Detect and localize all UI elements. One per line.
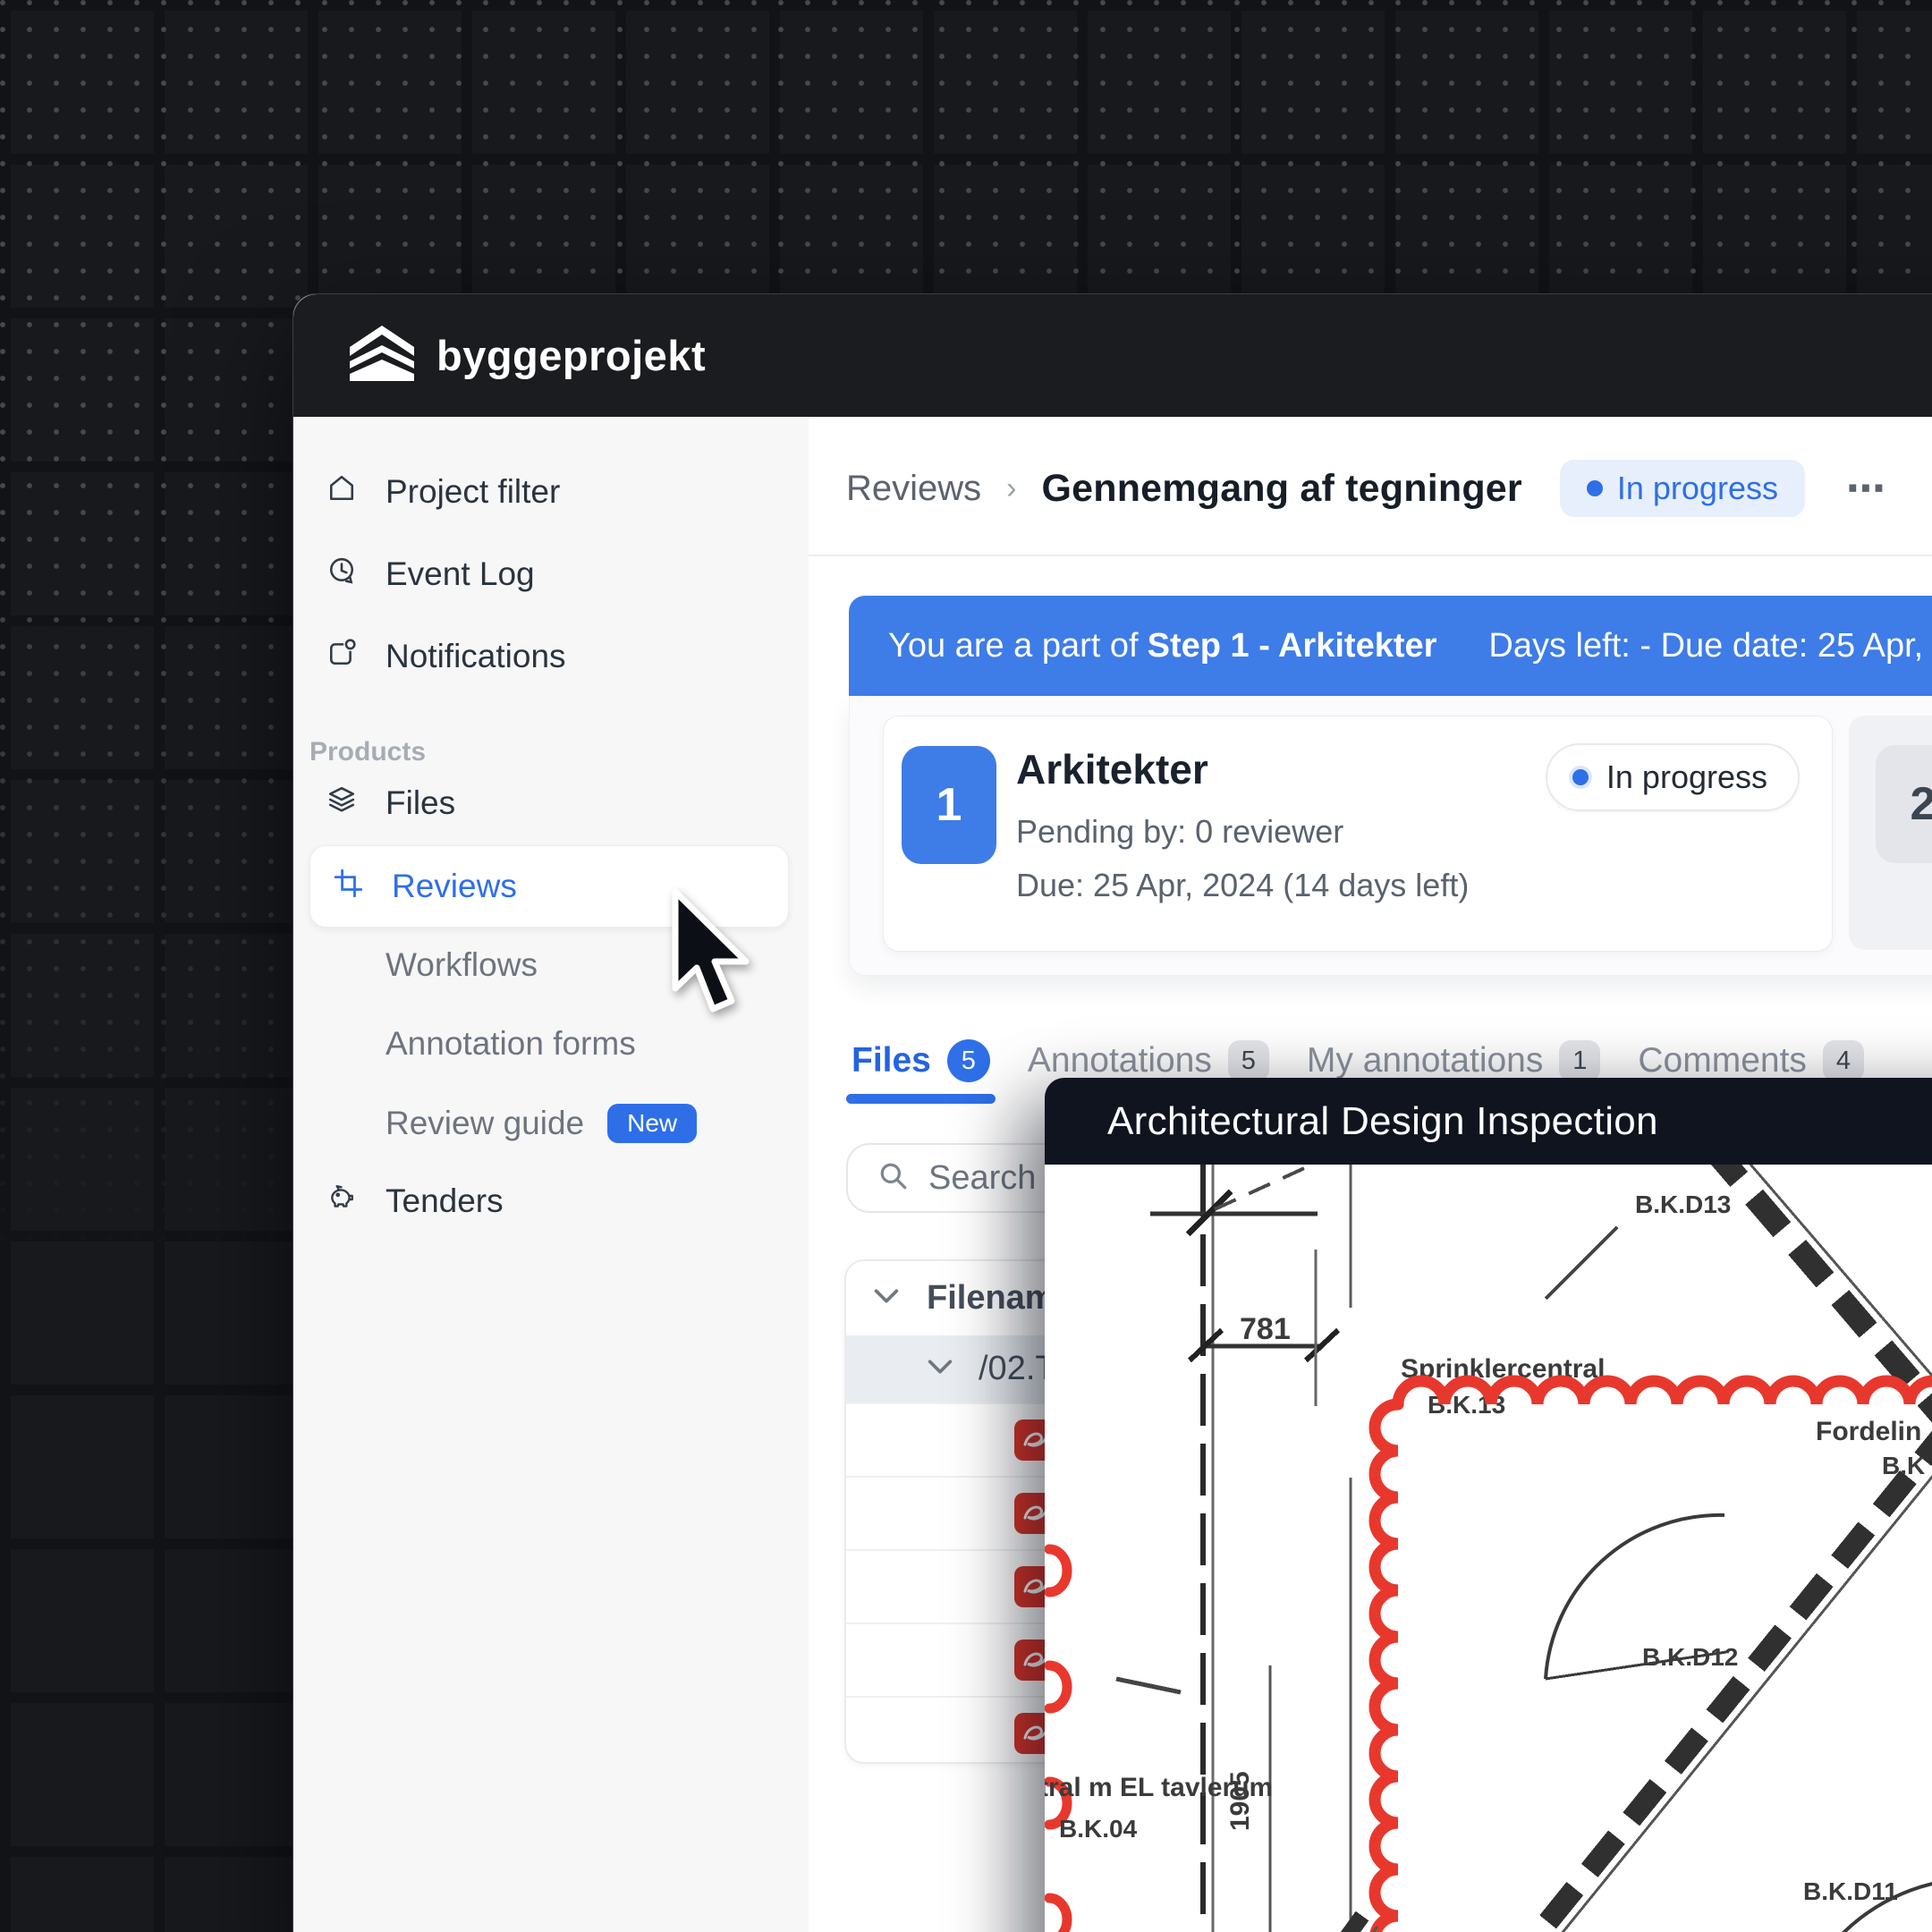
sidebar-item-notifications[interactable]: Notifications — [327, 638, 566, 675]
sidebar-section-products: Products — [309, 737, 426, 767]
sidebar-item-review-guide[interactable]: Review guide New — [386, 1104, 697, 1143]
sidebar-item-label: Project filter — [386, 473, 560, 511]
app-header: byggeprojekt — [293, 294, 1932, 417]
tab-label: Annotations — [1028, 1041, 1212, 1080]
revision-cloud-annotation — [1375, 1404, 1398, 1932]
review-steps-widget: You are a part of Step 1 - Arkitekter Da… — [849, 596, 1932, 976]
home-icon — [327, 473, 356, 511]
status-label: In progress — [1617, 470, 1778, 507]
step-card-2[interactable]: 2 — [1849, 716, 1932, 950]
inspection-overlay: Architectural Design Inspection 781 Spri… — [1045, 1078, 1932, 1932]
chevron-down-icon[interactable] — [925, 1352, 955, 1386]
screenshot-root: byggeprojekt Project filter Event Log — [0, 0, 1932, 1932]
more-menu-button[interactable]: ⋯ — [1846, 466, 1888, 512]
revision-cloud-annotation — [1049, 1549, 1067, 1932]
sidebar-item-label: Tenders — [386, 1182, 504, 1220]
step-due-text: Due: 25 Apr, 2024 (14 days left) — [1016, 867, 1469, 904]
tab-label: My annotations — [1307, 1041, 1544, 1080]
sidebar-item-tenders[interactable]: Tenders — [327, 1182, 504, 1220]
search-icon — [878, 1161, 909, 1196]
drawing-room-id: B.K — [1882, 1452, 1925, 1479]
breadcrumb: Reviews › Gennemgang af tegninger In pro… — [846, 458, 1888, 519]
drawing-room-label: tral m EL tavlerum — [1045, 1773, 1273, 1802]
sidebar-item-label: Reviews — [392, 868, 517, 905]
sidebar-item-label: Notifications — [386, 638, 566, 675]
inspection-title: Architectural Design Inspection — [1107, 1099, 1658, 1144]
tab-count-badge: 5 — [1228, 1040, 1269, 1081]
layers-icon — [327, 784, 356, 822]
notifications-icon — [327, 638, 356, 675]
inspection-overlay-header: Architectural Design Inspection — [1045, 1078, 1932, 1165]
tab-files[interactable]: Files 5 — [846, 1018, 996, 1104]
sidebar-item-annotation-forms[interactable]: Annotation forms — [386, 1025, 636, 1063]
drawing-door-label: B.K.D11 — [1803, 1877, 1898, 1905]
piggy-bank-icon — [327, 1182, 356, 1220]
steps-body: 1 Arkitekter Pending by: 0 reviewer Due:… — [849, 696, 1932, 976]
sidebar-item-files[interactable]: Files — [327, 784, 455, 822]
step-number-badge: 2 — [1876, 745, 1932, 863]
crop-icon — [334, 868, 362, 905]
banner-deadline: Days left: - Due date: 25 Apr, 2024 — [1488, 627, 1932, 665]
status-badge: In progress — [1560, 460, 1805, 517]
drawing-dimension-width: 781 — [1240, 1312, 1291, 1346]
tab-label: Comments — [1638, 1041, 1807, 1080]
search-placeholder: Search — [928, 1159, 1036, 1198]
status-dot-icon — [1572, 769, 1589, 785]
drawing-door-label: B.K.D12 — [1642, 1643, 1738, 1671]
tab-count-badge: 5 — [947, 1039, 990, 1082]
sidebar-item-event-log[interactable]: Event Log — [327, 555, 535, 593]
status-dot-icon — [1587, 480, 1603, 496]
sidebar-item-label: Review guide — [386, 1105, 584, 1142]
app-logo-text: byggeprojekt — [436, 331, 706, 380]
step-title: Arkitekter — [1016, 745, 1208, 793]
sidebar-item-label: Annotation forms — [386, 1025, 636, 1063]
banner-step: Step 1 - Arkitekter — [1148, 627, 1437, 665]
chevron-right-icon: › — [1006, 471, 1016, 506]
step-card-1[interactable]: 1 Arkitekter Pending by: 0 reviewer Due:… — [883, 716, 1833, 952]
architectural-drawing: 781 Sprinklercentral B.K.13 B.K.D13 — [1045, 1165, 1932, 1932]
header-divider — [809, 555, 1932, 556]
tab-label: Files — [852, 1041, 931, 1080]
sidebar-item-label: Event Log — [386, 555, 535, 593]
sidebar-item-workflows[interactable]: Workflows — [386, 946, 538, 984]
tab-count-badge: 1 — [1559, 1040, 1600, 1081]
page-title: Gennemgang af tegninger — [1041, 467, 1521, 511]
sidebar: Project filter Event Log Notifications P… — [293, 417, 809, 1932]
chevron-down-icon[interactable] — [871, 1281, 902, 1316]
history-icon — [327, 555, 356, 593]
drawing-room-label: Fordelin — [1816, 1417, 1921, 1446]
step-status-badge: In progress — [1546, 743, 1800, 811]
sidebar-item-label: Files — [386, 784, 455, 822]
step-pending-text: Pending by: 0 reviewer — [1016, 813, 1343, 851]
drawing-room-id: B.K.04 — [1059, 1815, 1138, 1843]
step-number-badge: 1 — [902, 746, 996, 864]
drawing-door-label: B.K.D13 — [1635, 1191, 1731, 1218]
new-badge: New — [607, 1104, 697, 1143]
sidebar-item-label: Workflows — [386, 946, 538, 984]
step-banner: You are a part of Step 1 - Arkitekter Da… — [849, 596, 1932, 696]
byggeprojekt-logo-icon — [347, 324, 417, 387]
breadcrumb-parent[interactable]: Reviews — [846, 469, 981, 509]
step-status-label: In progress — [1606, 758, 1767, 796]
sidebar-item-project-filter[interactable]: Project filter — [327, 473, 560, 511]
tab-count-badge: 4 — [1823, 1040, 1864, 1081]
mouse-cursor — [669, 888, 754, 1022]
banner-prefix: You are a part of — [888, 627, 1139, 665]
